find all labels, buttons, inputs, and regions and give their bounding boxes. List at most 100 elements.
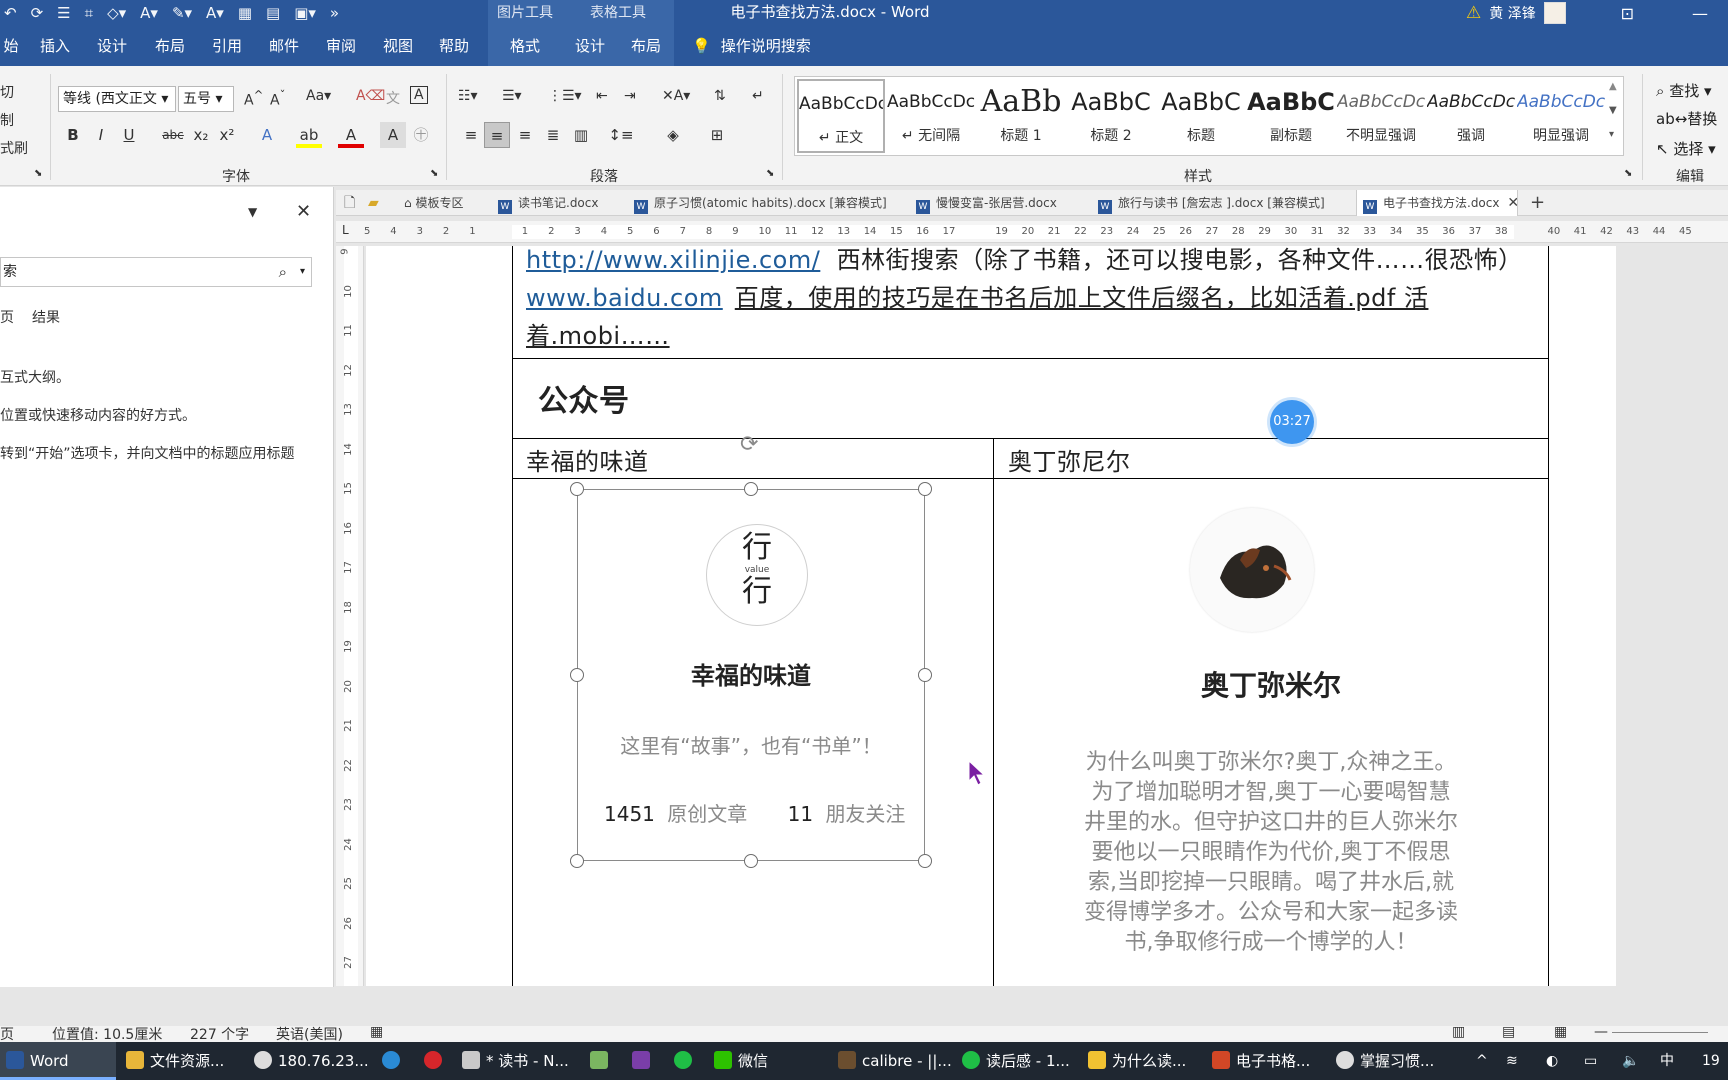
strikethrough-icon[interactable]: abc	[160, 122, 186, 148]
nav-search-input[interactable]: 索 ⌕ ▾	[0, 257, 312, 287]
horizontal-ruler[interactable]: L 5 4 3 2 1 1 2 3 4 5 6 7 8 9 10 11 12 13 14 15 16 17 19 20 21 22…	[336, 221, 1728, 243]
tab-stop-icon[interactable]: L	[342, 223, 349, 237]
taskbar-explorer[interactable]: 文件资源...	[126, 1042, 236, 1080]
change-case-icon[interactable]: Aa▾	[306, 88, 331, 104]
taskbar-reading-notes[interactable]: 读后感 - 1...	[962, 1042, 1072, 1080]
font-launcher-icon[interactable]: ⬊	[430, 168, 438, 179]
ime-icon[interactable]: 中	[1660, 1042, 1674, 1080]
wifi-icon[interactable]: ≋	[1506, 1042, 1518, 1080]
styles-scroll-up-icon[interactable]: ▲	[1609, 81, 1617, 92]
folder-icon[interactable]: ▰	[368, 190, 379, 216]
styles-scroll-down-icon[interactable]: ▼	[1609, 105, 1617, 116]
taskbar-app-2[interactable]	[674, 1042, 698, 1080]
cut-button[interactable]: 切	[0, 82, 14, 102]
xilinjie-link[interactable]: http://www.xilinjie.com/	[526, 246, 820, 274]
font-color-icon[interactable]: A▾	[206, 4, 224, 22]
line-spacing-icon[interactable]: ↕≡	[608, 122, 634, 148]
tell-me-search[interactable]: 💡 操作说明搜索	[692, 26, 811, 66]
position-indicator[interactable]: 位置值: 10.5厘米	[52, 1024, 162, 1044]
tab-help[interactable]: 帮助	[428, 26, 480, 66]
justify-icon[interactable]: ≣	[540, 122, 566, 148]
taskbar-app[interactable]	[590, 1042, 614, 1080]
taskbar-edge[interactable]	[382, 1042, 406, 1080]
styles-launcher-icon[interactable]: ⬊	[1624, 168, 1632, 179]
find-button[interactable]: ⌕ 查找 ▾	[1656, 80, 1712, 101]
crop-icon[interactable]: ⌗	[85, 4, 93, 22]
warning-icon[interactable]: ⚠	[1466, 3, 1481, 23]
taskbar-calibre[interactable]: calibre - ||...	[838, 1042, 952, 1080]
close-icon[interactable]: ✕	[296, 201, 311, 222]
layout-icon[interactable]: ▤	[266, 4, 280, 22]
styles-more-icon[interactable]: ▾	[1609, 129, 1614, 140]
resize-handle[interactable]	[918, 482, 932, 496]
format-painter-button[interactable]: 式刷	[0, 138, 28, 158]
chevron-up-icon[interactable]: ^	[1476, 1042, 1488, 1080]
bold-icon[interactable]: B	[60, 122, 86, 148]
document-page[interactable]: http://www.xilinjie.com/ 西林街搜索（除了书籍，还可以搜…	[366, 246, 1616, 986]
taskbar-word[interactable]: Word	[0, 1042, 116, 1080]
text-effect-icon[interactable]: A▾	[140, 4, 158, 22]
resize-handle[interactable]	[744, 854, 758, 868]
page-indicator[interactable]: 页	[0, 1024, 14, 1044]
resize-handle[interactable]	[918, 854, 932, 868]
style-intense-emphasis[interactable]: AaBbCcDc 明显强调	[1517, 79, 1605, 153]
multilevel-list-icon[interactable]: ⋮☰▾	[548, 88, 582, 104]
doc-tab[interactable]: W 原子习惯(atomic habits).docx [兼容模式]	[634, 190, 886, 216]
save-icon[interactable]: ▣▾	[294, 4, 316, 22]
resize-handle[interactable]	[744, 482, 758, 496]
tab-review[interactable]: 审阅	[314, 26, 368, 66]
borders-icon[interactable]: ⊞	[704, 122, 730, 148]
taskbar-ppt[interactable]: 电子书格...	[1212, 1042, 1322, 1080]
bullets-icon[interactable]: ☷▾	[458, 88, 478, 104]
shape-icon[interactable]: ◇▾	[107, 4, 126, 22]
tab-layout[interactable]: 布局	[144, 26, 196, 66]
tab-table-layout[interactable]: 布局	[618, 26, 674, 66]
touch-mode-icon[interactable]: ☰	[57, 4, 70, 22]
replace-button[interactable]: ab↔替换	[1656, 108, 1717, 129]
tab-view[interactable]: 视图	[372, 26, 424, 66]
tab-mailings[interactable]: 邮件	[258, 26, 310, 66]
more-icon[interactable]: »	[330, 4, 339, 22]
resize-handle[interactable]	[570, 854, 584, 868]
subscript-icon[interactable]: x₂	[188, 122, 214, 148]
nav-tab-results[interactable]: 结果	[32, 307, 60, 327]
style-title[interactable]: AaBbC 标题	[1157, 79, 1245, 153]
clear-format-icon[interactable]: A⌫	[356, 88, 385, 104]
align-center-icon[interactable]: ≡	[484, 122, 510, 148]
baidu-link[interactable]: www.baidu.com	[526, 284, 723, 312]
increase-indent-icon[interactable]: ⇥	[624, 88, 636, 104]
grow-font-icon[interactable]: A^	[244, 88, 263, 109]
style-subtitle[interactable]: AaBbC 副标题	[1247, 79, 1335, 153]
doc-tab-active[interactable]: W 电子书查找方法.docx ✕	[1356, 190, 1518, 216]
chevron-down-icon[interactable]: ▾	[300, 258, 305, 286]
taskbar-onenote[interactable]: * 读书 - N...	[462, 1042, 572, 1080]
select-button[interactable]: ↖ 选择 ▾	[1656, 138, 1716, 159]
tab-design[interactable]: 设计	[86, 26, 138, 66]
document-canvas[interactable]: http://www.xilinjie.com/ 西林街搜索（除了书籍，还可以搜…	[366, 246, 1728, 986]
tab-insert[interactable]: 插入	[30, 26, 80, 66]
underline-icon[interactable]: U	[116, 122, 142, 148]
language-indicator[interactable]: 英语(美国)	[276, 1024, 343, 1044]
chinese-layout-icon[interactable]: ✕A▾	[662, 88, 690, 104]
style-subtle-emphasis[interactable]: AaBbCcDc 不明显强调	[1337, 79, 1425, 153]
char-border-icon[interactable]: A	[410, 86, 428, 104]
style-heading-1[interactable]: AaBb 标题 1	[977, 79, 1065, 153]
doc-tab[interactable]: W 慢慢变富-张居营.docx	[916, 190, 1066, 216]
align-left-icon[interactable]: ≡	[458, 122, 484, 148]
undo-icon[interactable]: ↶	[4, 4, 17, 22]
taskbar-video[interactable]: 为什么读...	[1088, 1042, 1192, 1080]
taskbar-wechat[interactable]: 微信	[714, 1042, 786, 1080]
minimize-icon[interactable]: —	[1692, 4, 1708, 23]
shading-icon[interactable]: ◈	[660, 122, 686, 148]
font-color-icon[interactable]: A	[338, 122, 364, 148]
style-heading-2[interactable]: AaBbC 标题 2	[1067, 79, 1155, 153]
weather-icon[interactable]: ◐	[1546, 1042, 1558, 1080]
avatar[interactable]	[1543, 2, 1566, 24]
align-right-icon[interactable]: ≡	[512, 122, 538, 148]
paragraph-launcher-icon[interactable]: ⬊	[766, 168, 774, 179]
taskbar-chrome-2[interactable]: 掌握习惯...	[1336, 1042, 1440, 1080]
show-marks-icon[interactable]: ↵	[752, 88, 764, 104]
numbering-icon[interactable]: ☰▾	[502, 88, 522, 104]
tab-home[interactable]: 始	[0, 26, 22, 66]
taskbar-chrome[interactable]: 180.76.23...	[254, 1042, 369, 1080]
